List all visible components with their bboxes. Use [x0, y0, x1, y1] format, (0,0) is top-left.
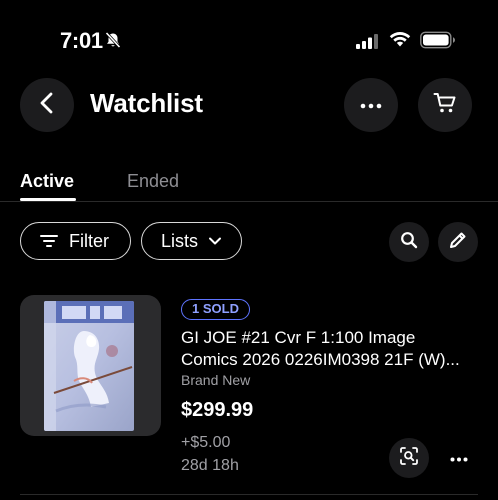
more-horizontal-icon — [360, 96, 382, 114]
tab-active[interactable]: Active — [20, 171, 74, 192]
item-title[interactable]: GI JOE #21 Cvr F 1:100 Image Comics 2026… — [181, 327, 481, 371]
page-title: Watchlist — [90, 88, 203, 118]
sold-count-badge: 1 SOLD — [181, 299, 250, 320]
item-title-line: GI JOE #21 Cvr F 1:100 Image — [181, 328, 416, 347]
item-thumbnail[interactable] — [20, 295, 161, 436]
lists-label: Lists — [161, 230, 199, 251]
search-button[interactable] — [389, 222, 429, 262]
item-more-button[interactable] — [439, 438, 479, 478]
visual-search-button[interactable] — [389, 438, 429, 478]
list-divider — [20, 494, 478, 495]
tabs-divider — [0, 201, 498, 202]
item-condition: Brand New — [181, 372, 251, 388]
lists-dropdown[interactable]: Lists — [141, 222, 242, 260]
edit-button[interactable] — [438, 222, 478, 262]
bell-slash-icon — [104, 31, 122, 49]
back-button[interactable] — [20, 78, 74, 132]
filter-label: Filter — [69, 230, 109, 251]
comic-cover-image — [44, 301, 134, 431]
item-shipping-cost: +$5.00 — [181, 434, 231, 451]
cart-button[interactable] — [418, 78, 472, 132]
visual-search-icon — [399, 446, 419, 471]
battery-icon — [420, 31, 456, 49]
item-price: $299.99 — [181, 399, 254, 421]
more-options-button[interactable] — [344, 78, 398, 132]
pencil-icon — [449, 231, 467, 254]
item-time-left: 28d 18h — [181, 457, 239, 474]
search-icon — [400, 231, 418, 254]
cart-icon — [433, 92, 457, 119]
filter-icon — [40, 232, 58, 250]
filter-button[interactable]: Filter — [20, 222, 131, 260]
chevron-down-icon — [208, 234, 222, 248]
tab-ended[interactable]: Ended — [127, 171, 179, 192]
cellular-signal-icon — [356, 33, 380, 49]
status-time: 7:01 — [60, 28, 103, 53]
item-title-line: Comics 2026 0226IM0398 21F (W)... — [181, 350, 460, 369]
wifi-icon — [389, 30, 411, 48]
chevron-left-icon — [37, 91, 57, 120]
more-horizontal-icon — [450, 449, 468, 467]
status-bar: 7:01 — [0, 0, 498, 84]
